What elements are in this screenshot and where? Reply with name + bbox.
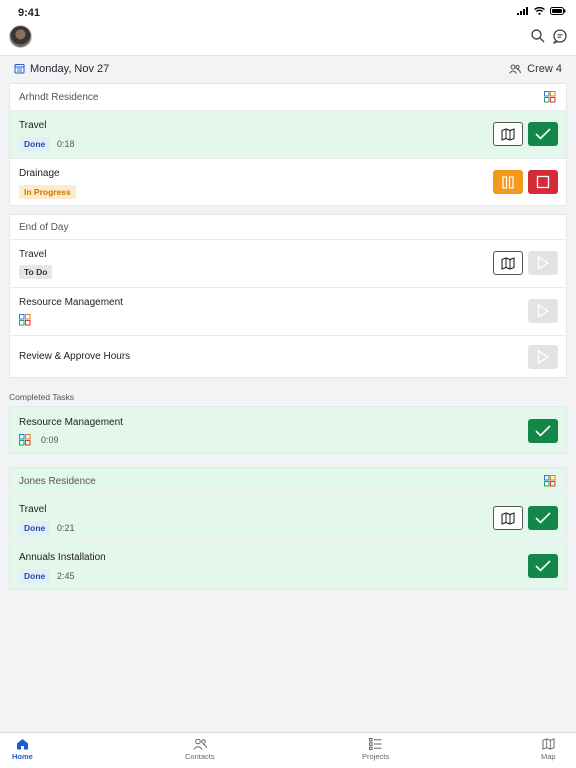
tab-label: Contacts	[185, 752, 215, 761]
status-badge: Done	[19, 569, 51, 583]
card-title: Arhndt Residence	[19, 92, 99, 103]
play-icon	[537, 350, 549, 364]
task-row-travel[interactable]: Travel Done 0:18	[10, 111, 566, 159]
map-icon	[501, 127, 515, 141]
tab-projects[interactable]: Projects	[362, 738, 389, 761]
card-title: End of Day	[19, 222, 69, 233]
map-button[interactable]	[493, 251, 523, 275]
task-name: Resource Management	[19, 417, 123, 428]
card-header: Jones Residence	[10, 468, 566, 495]
status-time: 9:41	[18, 7, 41, 19]
check-icon	[535, 425, 551, 437]
task-row-resource-management[interactable]: Resource Management 0:09	[10, 407, 566, 453]
app-header	[0, 22, 576, 56]
task-duration: 0:09	[41, 435, 59, 445]
complete-button[interactable]	[528, 554, 558, 578]
map-icon	[501, 511, 515, 525]
stop-icon	[536, 175, 550, 189]
status-badge: Done	[19, 137, 51, 151]
avatar[interactable]	[9, 25, 32, 48]
complete-button[interactable]	[528, 419, 558, 443]
start-button[interactable]	[528, 299, 558, 323]
date-bar: Monday, Nov 27 Crew 4	[0, 56, 576, 82]
signal-icon	[517, 7, 528, 15]
project-card-end-of-day: End of Day Travel To Do Resource Managem…	[9, 214, 567, 378]
crew-icon	[509, 64, 522, 74]
tab-label: Projects	[362, 752, 390, 761]
task-row-resource-management[interactable]: Resource Management	[10, 288, 566, 336]
task-name: Drainage	[19, 168, 60, 179]
task-duration: 0:18	[57, 139, 75, 149]
card-header: End of Day	[10, 215, 566, 240]
calendar-icon[interactable]	[14, 63, 25, 74]
task-name: Travel	[19, 249, 47, 260]
task-name: Review & Approve Hours	[19, 351, 131, 362]
card-title: Jones Residence	[19, 476, 96, 487]
crew-label: Crew 4	[527, 63, 562, 75]
tab-map[interactable]: Map	[541, 738, 556, 761]
home-icon	[16, 739, 28, 750]
task-row-review-approve-hours[interactable]: Review & Approve Hours	[10, 336, 566, 377]
resource-grid-icon	[544, 91, 556, 103]
task-name: Resource Management	[19, 297, 123, 308]
resource-grid-icon	[19, 314, 31, 326]
map-icon	[501, 256, 515, 270]
pause-button[interactable]	[493, 170, 523, 194]
bottom-tab-bar: Home Contacts Projects Map	[0, 732, 576, 768]
task-row-travel[interactable]: Travel Done 0:21	[10, 495, 566, 543]
status-bar: 9:41	[0, 0, 576, 22]
chat-icon[interactable]	[552, 28, 568, 44]
start-button[interactable]	[528, 251, 558, 275]
resource-grid-icon	[544, 475, 556, 487]
tab-label: Map	[541, 752, 556, 761]
completed-tasks-card: Resource Management 0:09	[9, 406, 567, 454]
completed-tasks-label: Completed Tasks	[9, 392, 75, 402]
task-name: Travel	[19, 504, 47, 515]
contacts-icon	[193, 738, 207, 750]
wifi-icon	[534, 7, 545, 15]
card-header: Arhndt Residence	[10, 84, 566, 111]
map-button[interactable]	[493, 506, 523, 530]
projects-icon	[369, 738, 382, 750]
project-card-arhndt: Arhndt Residence Travel Done 0:18 Draina…	[9, 83, 567, 206]
status-icons	[517, 7, 566, 15]
task-row-annuals-installation[interactable]: Annuals Installation Done 2:45	[10, 543, 566, 589]
tab-label: Home	[12, 752, 33, 761]
complete-button[interactable]	[528, 122, 558, 146]
check-icon	[535, 512, 551, 524]
task-duration: 2:45	[57, 571, 75, 581]
status-badge: To Do	[19, 265, 53, 279]
tab-contacts[interactable]: Contacts	[185, 738, 215, 761]
pause-icon	[502, 175, 514, 189]
play-icon	[537, 256, 549, 270]
start-button[interactable]	[528, 345, 558, 369]
complete-button[interactable]	[528, 506, 558, 530]
check-icon	[535, 128, 551, 140]
status-badge: Done	[19, 521, 51, 535]
status-badge: In Progress	[19, 185, 76, 199]
search-icon[interactable]	[530, 28, 546, 44]
battery-icon	[550, 7, 566, 15]
check-icon	[535, 560, 551, 572]
task-duration: 0:21	[57, 523, 75, 533]
task-name: Travel	[19, 120, 47, 131]
resource-grid-icon	[19, 434, 31, 446]
map-button[interactable]	[493, 122, 523, 146]
task-name: Annuals Installation	[19, 552, 106, 563]
crew-selector[interactable]: Crew 4	[509, 63, 562, 75]
project-card-jones: Jones Residence Travel Done 0:21 Annuals…	[9, 467, 567, 590]
current-date[interactable]: Monday, Nov 27	[30, 63, 109, 75]
task-row-travel[interactable]: Travel To Do	[10, 240, 566, 288]
task-row-drainage[interactable]: Drainage In Progress	[10, 159, 566, 205]
play-icon	[537, 304, 549, 318]
tab-home[interactable]: Home	[12, 738, 33, 761]
map-icon	[542, 738, 555, 750]
stop-button[interactable]	[528, 170, 558, 194]
